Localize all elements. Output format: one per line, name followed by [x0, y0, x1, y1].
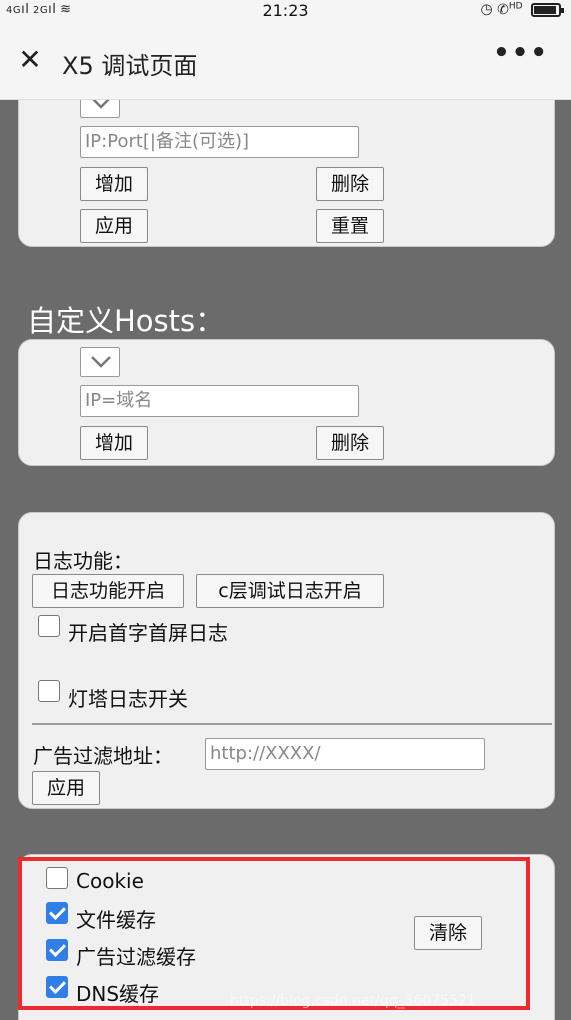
highlight-box: [18, 857, 530, 1010]
more-menu-icon[interactable]: •••: [493, 38, 549, 68]
proxy-delete-button[interactable]: 删除: [316, 167, 384, 201]
page-title: X5 调试页面: [62, 52, 198, 80]
beacon-log-checkbox[interactable]: [38, 680, 60, 702]
title-bar: ✕ X5 调试页面 •••: [0, 24, 571, 100]
proxy-reset-button[interactable]: 重置: [316, 209, 384, 243]
hd-label: HD: [508, 1, 523, 11]
hosts-card: IP=域名 增加 删除: [18, 339, 555, 466]
proxy-card: IP:Port[|备注(可选)] 增加 删除 应用 重置: [18, 100, 555, 247]
first-screen-log-label: 开启首字首屏日志: [68, 621, 228, 645]
status-bar: 4Gıl 2Gıl ≋ 21:23 ◷ ✆HD: [0, 0, 571, 24]
adfilter-input[interactable]: http://XXXX/: [205, 738, 485, 770]
alarm-icon: ◷: [480, 1, 493, 18]
proxy-add-button[interactable]: 增加: [80, 167, 148, 201]
proxy-apply-button[interactable]: 应用: [80, 209, 148, 243]
c-layer-log-button[interactable]: c层调试日志开启: [196, 574, 384, 608]
hosts-input[interactable]: IP=域名: [80, 385, 359, 417]
log-card: 日志功能： 日志功能开启 c层调试日志开启 开启首字首屏日志 灯塔日志开关 广告…: [18, 512, 555, 809]
battery-icon: [531, 2, 564, 17]
divider: [32, 723, 552, 725]
adfilter-label: 广告过滤地址：: [33, 744, 173, 768]
scroll-content[interactable]: IP:Port[|备注(可选)] 增加 删除 应用 重置 自定义Hosts： I…: [0, 100, 571, 1020]
first-screen-log-checkbox[interactable]: [38, 615, 60, 637]
log-heading: 日志功能：: [33, 549, 133, 573]
close-icon[interactable]: ✕: [16, 46, 44, 74]
hosts-add-button[interactable]: 增加: [80, 426, 148, 460]
watermark: https://blog.csdn.net/qq_36075521: [230, 993, 476, 1009]
proxy-input[interactable]: IP:Port[|备注(可选)]: [80, 126, 359, 158]
chevron-down-icon: [92, 100, 110, 109]
status-icons: ◷ ✆HD: [480, 1, 564, 18]
hosts-select[interactable]: [80, 347, 120, 377]
adfilter-apply-button[interactable]: 应用: [32, 771, 100, 805]
hosts-section-title: 自定义Hosts：: [27, 304, 225, 338]
chevron-down-icon: [91, 356, 111, 368]
log-enable-button[interactable]: 日志功能开启: [32, 574, 184, 608]
hosts-delete-button[interactable]: 删除: [316, 426, 384, 460]
beacon-log-label: 灯塔日志开关: [68, 687, 188, 711]
proxy-select[interactable]: [80, 100, 120, 118]
call-hd-icon: ✆HD: [497, 1, 523, 18]
